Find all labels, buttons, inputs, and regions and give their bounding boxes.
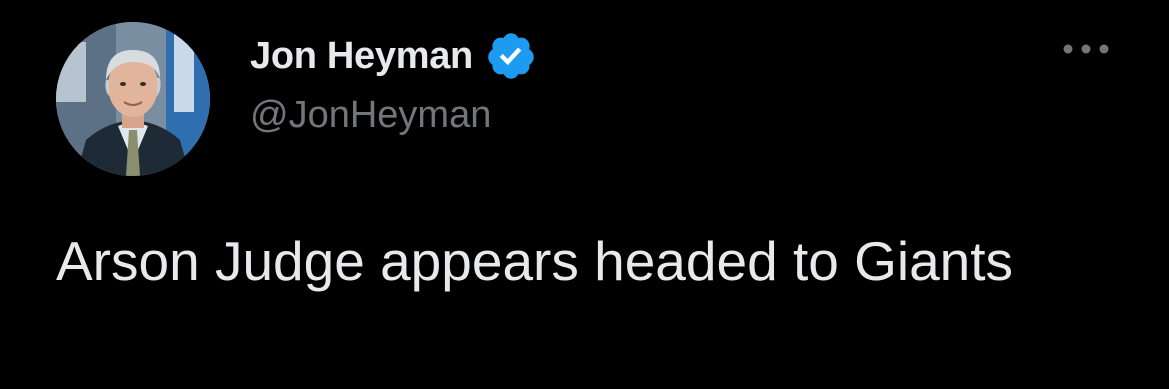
author-handle[interactable]: @JonHeyman	[250, 94, 491, 137]
author-avatar[interactable]	[56, 22, 210, 176]
author-display-name[interactable]: Jon Heyman	[250, 35, 473, 78]
tweet-text: Arson Judge appears headed to Giants	[56, 230, 1014, 292]
tweet-card: Jon Heyman @JonHeyman Arson Judge appear…	[0, 0, 1169, 389]
author-name-row: Jon Heyman	[250, 30, 537, 82]
avatar-photo	[56, 22, 210, 176]
verified-badge-icon	[488, 33, 534, 79]
more-horizontal-icon	[1063, 44, 1109, 54]
more-options-button[interactable]	[1058, 34, 1114, 64]
